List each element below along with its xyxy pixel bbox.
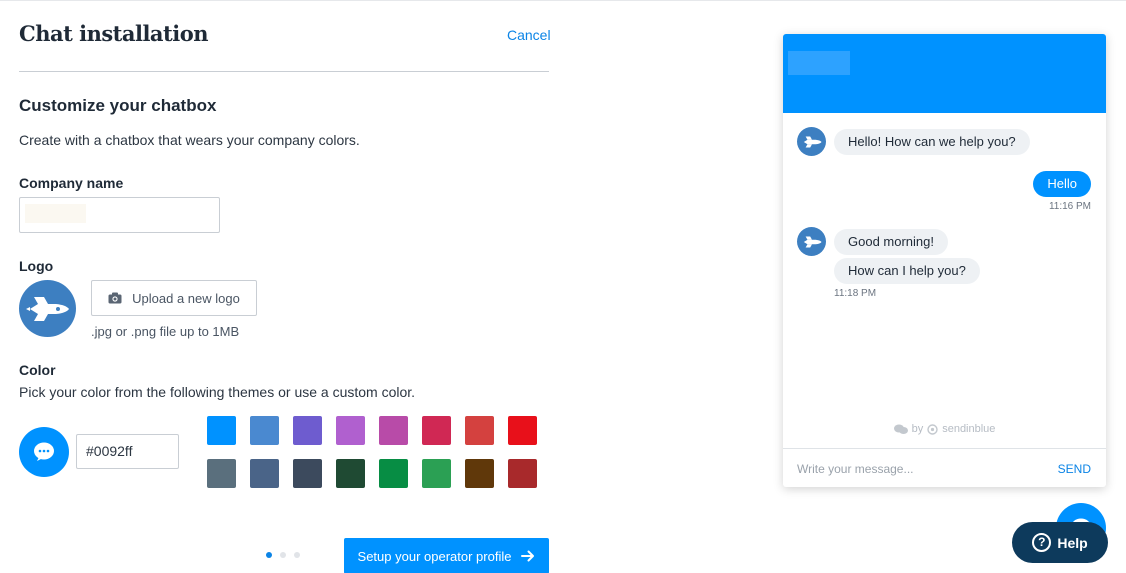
color-swatch[interactable] [508, 459, 537, 488]
color-swatch[interactable] [336, 416, 365, 445]
color-swatch[interactable] [207, 459, 236, 488]
operator-message: Hello! How can we help you? [834, 129, 1030, 155]
color-swatch[interactable] [379, 459, 408, 488]
chat-header-company-name [788, 51, 850, 75]
visitor-message: Hello [1033, 171, 1091, 197]
arrow-right-icon [521, 550, 535, 562]
message-time: 11:16 PM [1048, 201, 1091, 212]
help-icon: ? [1032, 533, 1052, 552]
help-button[interactable]: ? Help [1012, 522, 1108, 563]
operator-avatar [797, 127, 826, 156]
chat-bubbles-icon [893, 424, 908, 434]
color-swatch[interactable] [207, 416, 236, 445]
powered-by-brand: sendinblue [942, 423, 996, 435]
chat-bubble-icon [34, 442, 54, 461]
send-button[interactable]: SEND [1058, 462, 1091, 476]
color-swatch[interactable] [250, 459, 279, 488]
color-swatch[interactable] [465, 459, 494, 488]
rocket-icon [803, 236, 822, 247]
color-swatch[interactable] [293, 416, 322, 445]
color-hex-input[interactable]: #0092ff [76, 434, 179, 469]
rocket-icon [25, 296, 69, 321]
color-swatch[interactable] [250, 416, 279, 445]
chat-installation-page: Chat installation Cancel Customize your … [0, 0, 1126, 573]
section-description: Create with a chatbox that wears your co… [19, 132, 360, 148]
page-title: Chat installation [19, 21, 209, 46]
message-time: 11:18 PM [834, 288, 877, 299]
logo-label: Logo [19, 258, 54, 274]
step-dot [294, 552, 300, 558]
next-button-label: Setup your operator profile [357, 548, 512, 564]
powered-by-prefix: by [911, 423, 924, 435]
help-label: Help [1057, 534, 1088, 551]
company-name-value [25, 204, 86, 223]
rocket-icon [803, 136, 822, 147]
color-swatch[interactable] [465, 416, 494, 445]
operator-avatar [797, 227, 826, 256]
color-swatch[interactable] [422, 459, 451, 488]
company-name-label: Company name [19, 175, 124, 191]
sendinblue-logo-icon [927, 423, 938, 435]
color-swatch[interactable] [508, 416, 537, 445]
section-title: Customize your chatbox [19, 96, 217, 115]
operator-message: How can I help you? [834, 258, 980, 284]
chat-header [783, 34, 1106, 113]
powered-by: by sendinblue [783, 423, 1106, 435]
step-indicator [266, 552, 300, 558]
color-swatch[interactable] [293, 459, 322, 488]
upload-hint: .jpg or .png file up to 1MB [91, 324, 240, 339]
message-input[interactable]: Write your message... [797, 462, 913, 476]
color-swatch[interactable] [422, 416, 451, 445]
upload-logo-label: Upload a new logo [132, 290, 240, 306]
color-swatches [207, 416, 537, 488]
color-swatch[interactable] [379, 416, 408, 445]
upload-logo-button[interactable]: Upload a new logo [91, 280, 257, 316]
setup-operator-profile-button[interactable]: Setup your operator profile [344, 538, 549, 573]
step-dot [280, 552, 286, 558]
header-divider [19, 71, 549, 72]
company-name-input[interactable] [19, 197, 220, 233]
color-description: Pick your color from the following theme… [19, 384, 416, 400]
cancel-link[interactable]: Cancel [507, 27, 551, 43]
camera-icon [108, 292, 122, 304]
color-preview [19, 427, 69, 477]
step-dot [266, 552, 272, 558]
operator-message: Good morning! [834, 229, 948, 255]
chat-composer: Write your message... SEND [783, 448, 1106, 487]
logo-preview [19, 280, 76, 337]
color-label: Color [19, 362, 56, 378]
color-swatch[interactable] [336, 459, 365, 488]
chat-preview: Hello! How can we help you? Hello 11:16 … [783, 34, 1106, 487]
